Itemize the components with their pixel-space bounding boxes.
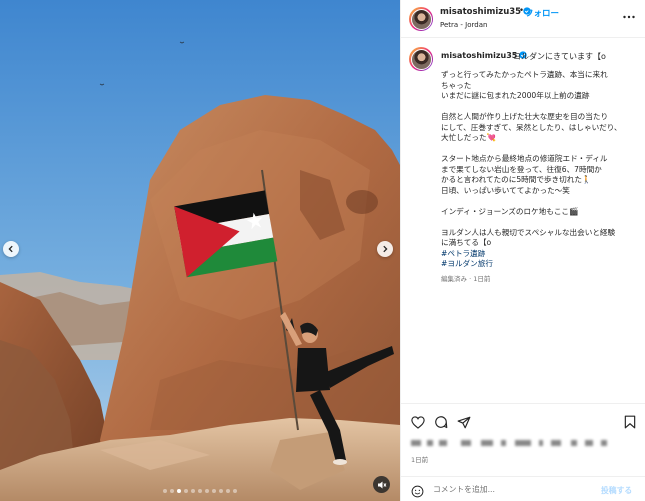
chevron-left-icon <box>8 245 13 253</box>
bookmark-icon <box>624 415 636 429</box>
caption-username-text: misatoshimizu35 <box>441 51 518 60</box>
post-comment-button[interactable]: 投稿する <box>601 485 632 496</box>
caption-line: まで果てしない岩山を登って、往復6、7時間か <box>441 164 602 174</box>
action-bar: 1日前 投稿する <box>401 403 645 501</box>
hashtag-link[interactable]: #ヨルダン旅行 <box>441 259 641 270</box>
more-options-button[interactable] <box>623 8 635 22</box>
caption-hashtags: #ペトラ遺跡 #ヨルダン旅行 <box>441 249 641 270</box>
emoji-icon <box>411 485 424 498</box>
next-slide-button[interactable] <box>377 241 393 257</box>
caption-meta: 編集済み · 1日前 <box>441 274 491 283</box>
carousel-dot <box>184 489 188 493</box>
caption-line <box>441 102 641 113</box>
username-text: misatoshimizu35 <box>440 7 522 17</box>
carousel-dot <box>219 489 223 493</box>
carousel-dot <box>163 489 167 493</box>
carousel-dot <box>198 489 202 493</box>
caption-line: に満ちてる【o <box>441 238 492 247</box>
caption-line: かると言われてたのに5時間で歩き切れた🚶 <box>441 175 592 184</box>
follow-button[interactable]: フォロー <box>525 7 559 19</box>
username-link[interactable]: misatoshimizu35 <box>440 7 531 17</box>
caption-first-line: ヨルダンにきています【o <box>513 52 606 61</box>
comment-bar: 投稿する <box>401 476 645 501</box>
carousel-dot <box>170 489 174 493</box>
comment-icon <box>435 416 448 429</box>
more-horizontal-icon <box>623 15 635 19</box>
caption-body: ずっと行ってみたかったペトラ遺跡、本当に来れ ちゃった いまだに謎に包まれた2000… <box>441 70 641 249</box>
caption-line <box>441 196 641 207</box>
caption-line: 大忙しだった💘 <box>441 133 497 142</box>
location-link[interactable]: Petra - Jordan <box>440 21 487 29</box>
share-button[interactable] <box>457 414 471 433</box>
caption-avatar[interactable] <box>409 47 433 71</box>
header-separator: • <box>519 6 525 16</box>
post-side-panel: misatoshimizu35 • フォロー Petra - Jordan mi… <box>400 0 645 501</box>
caption-text: ずっと行ってみたかったペトラ遺跡、本当に来れ ちゃった いまだに謎に包まれた2000… <box>441 70 641 283</box>
avatar[interactable] <box>409 7 433 31</box>
post-timestamp[interactable]: 1日前 <box>411 454 428 464</box>
carousel-dot <box>233 489 237 493</box>
caption-line: いまだに謎に包まれた2000年以上前の遺跡 <box>441 91 590 100</box>
carousel-dot <box>191 489 195 493</box>
caption-line: 自然と人間が作り上げた壮大な歴史を目の当たり <box>441 112 609 121</box>
speaker-muted-icon <box>377 481 386 488</box>
caption-line: にして、圧巻すぎて、呆然としたり、はしゃいだり、 <box>441 122 622 132</box>
chevron-right-icon <box>383 245 388 253</box>
heart-icon <box>411 416 425 429</box>
caption-line <box>441 217 641 228</box>
comment-input[interactable] <box>433 482 593 497</box>
caption-line: 日頃、いっぱい歩いててよかった〜笑 <box>441 185 570 195</box>
carousel-dot <box>212 489 216 493</box>
caption-line: ヨルダン人は人も親切でスペシャルな出会いと経験 <box>441 227 616 237</box>
save-button[interactable] <box>624 414 636 433</box>
previous-slide-button[interactable] <box>3 241 19 257</box>
post-media[interactable] <box>0 0 400 501</box>
emoji-button[interactable] <box>411 483 424 501</box>
caption-section: misatoshimizu35 ヨルダンにきています【o ずっと行ってみたかった… <box>401 38 645 403</box>
carousel-dot <box>226 489 230 493</box>
likes-summary-redacted <box>411 438 616 448</box>
carousel-dot <box>177 489 181 493</box>
like-button[interactable] <box>411 414 425 433</box>
post-header: misatoshimizu35 • フォロー Petra - Jordan <box>401 0 645 38</box>
comment-button[interactable] <box>434 414 448 433</box>
caption-line: インディ・ジョーンズのロケ地もここ🎬 <box>441 206 579 216</box>
hashtag-link[interactable]: #ペトラ遺跡 <box>441 249 641 260</box>
carousel-indicator <box>0 489 400 493</box>
carousel-dot <box>205 489 209 493</box>
caption-line: ちゃった <box>441 80 472 90</box>
caption-line: ずっと行ってみたかったペトラ遺跡、本当に来れ <box>441 70 608 79</box>
caption-line: スタート地点から最終地点の修道院エド・ディル <box>441 154 608 163</box>
caption-line <box>441 144 641 155</box>
petra-photo <box>0 0 400 501</box>
send-icon <box>457 416 471 429</box>
